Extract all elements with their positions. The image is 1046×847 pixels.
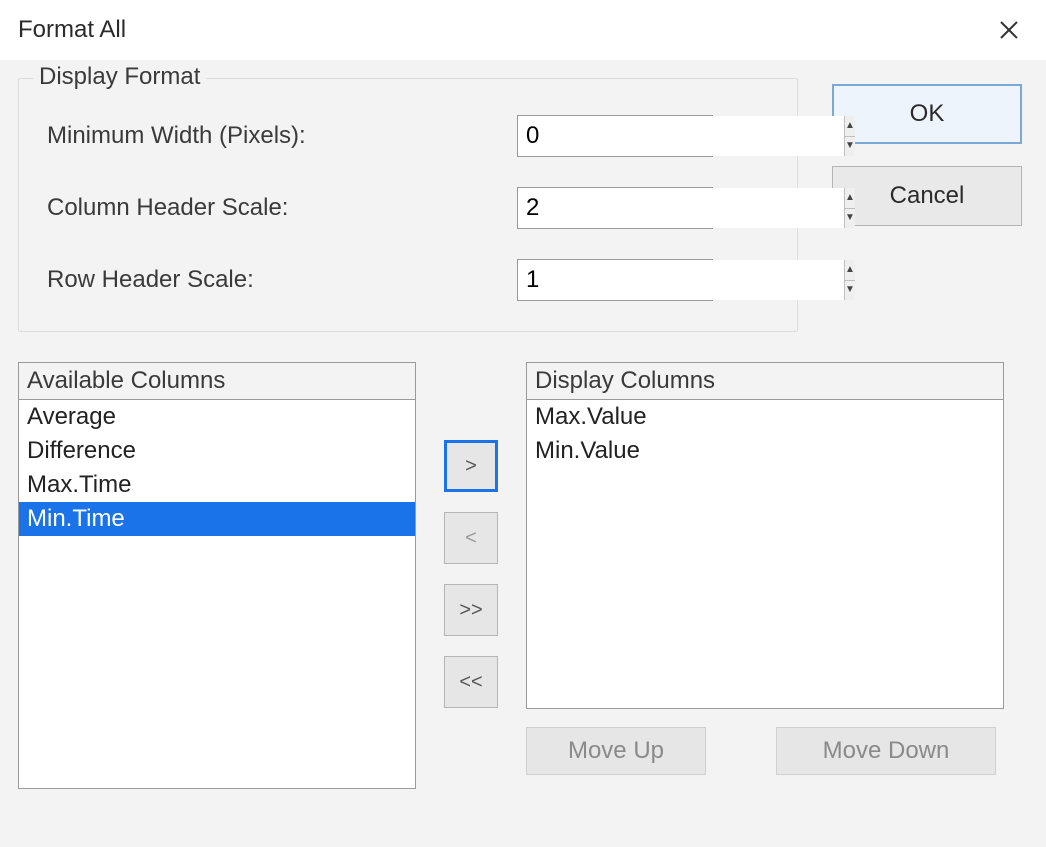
cancel-button[interactable]: Cancel <box>832 166 1022 226</box>
list-item[interactable]: Difference <box>19 434 415 468</box>
window-title: Format All <box>18 16 126 44</box>
title-bar: Format All <box>0 0 1046 60</box>
minimum-width-spin-down[interactable]: ▼ <box>845 137 855 157</box>
close-button[interactable] <box>990 11 1028 49</box>
transfer-buttons-column: > < >> << <box>444 362 498 708</box>
row-header-scale-spinner[interactable]: ▲ ▼ <box>517 259 713 301</box>
minimum-width-label: Minimum Width (Pixels): <box>47 122 517 150</box>
dialog-client-area: OK Cancel Display Format Minimum Width (… <box>0 60 1046 847</box>
column-header-scale-spin-buttons: ▲ ▼ <box>844 188 855 228</box>
row-header-scale-spin-buttons: ▲ ▼ <box>844 260 855 300</box>
move-up-button[interactable]: Move Up <box>526 727 706 775</box>
column-header-scale-label: Column Header Scale: <box>47 194 517 222</box>
move-down-button[interactable]: Move Down <box>776 727 996 775</box>
action-buttons-column: OK Cancel <box>832 84 1032 248</box>
list-item[interactable]: Average <box>19 400 415 434</box>
ok-button[interactable]: OK <box>832 84 1022 144</box>
row-header-scale-spin-down[interactable]: ▼ <box>845 281 855 301</box>
minimum-width-spinner[interactable]: ▲ ▼ <box>517 115 713 157</box>
column-header-scale-spin-down[interactable]: ▼ <box>845 209 855 229</box>
add-button[interactable]: > <box>444 440 498 492</box>
row-row-header-scale: Row Header Scale: ▲ ▼ <box>47 259 777 301</box>
minimum-width-spin-up[interactable]: ▲ <box>845 116 855 137</box>
remove-button[interactable]: < <box>444 512 498 564</box>
dual-list-area: Available Columns AverageDifferenceMax.T… <box>18 362 1034 789</box>
row-minimum-width: Minimum Width (Pixels): ▲ ▼ <box>47 115 777 157</box>
row-header-scale-label: Row Header Scale: <box>47 266 517 294</box>
list-item[interactable]: Min.Time <box>19 502 415 536</box>
list-item[interactable]: Min.Value <box>527 434 1003 468</box>
available-columns-label: Available Columns <box>18 362 416 399</box>
close-icon <box>999 20 1019 40</box>
row-header-scale-input[interactable] <box>518 260 844 300</box>
add-all-button[interactable]: >> <box>444 584 498 636</box>
display-columns-label: Display Columns <box>526 362 1004 399</box>
row-column-header-scale: Column Header Scale: ▲ ▼ <box>47 187 777 229</box>
column-header-scale-input[interactable] <box>518 188 844 228</box>
display-format-legend: Display Format <box>33 63 206 91</box>
available-columns-listbox[interactable]: AverageDifferenceMax.TimeMin.Time <box>18 399 416 789</box>
column-header-scale-spin-up[interactable]: ▲ <box>845 188 855 209</box>
list-item[interactable]: Max.Value <box>527 400 1003 434</box>
display-format-group: Display Format Minimum Width (Pixels): ▲… <box>18 78 798 332</box>
row-header-scale-spin-up[interactable]: ▲ <box>845 260 855 281</box>
minimum-width-spin-buttons: ▲ ▼ <box>844 116 855 156</box>
available-columns-panel: Available Columns AverageDifferenceMax.T… <box>18 362 416 789</box>
remove-all-button[interactable]: << <box>444 656 498 708</box>
minimum-width-input[interactable] <box>518 116 844 156</box>
display-columns-panel: Display Columns Max.ValueMin.Value Move … <box>526 362 1004 775</box>
column-header-scale-spinner[interactable]: ▲ ▼ <box>517 187 713 229</box>
list-item[interactable]: Max.Time <box>19 468 415 502</box>
reorder-buttons-row: Move Up Move Down <box>526 727 1004 775</box>
display-columns-listbox[interactable]: Max.ValueMin.Value <box>526 399 1004 709</box>
